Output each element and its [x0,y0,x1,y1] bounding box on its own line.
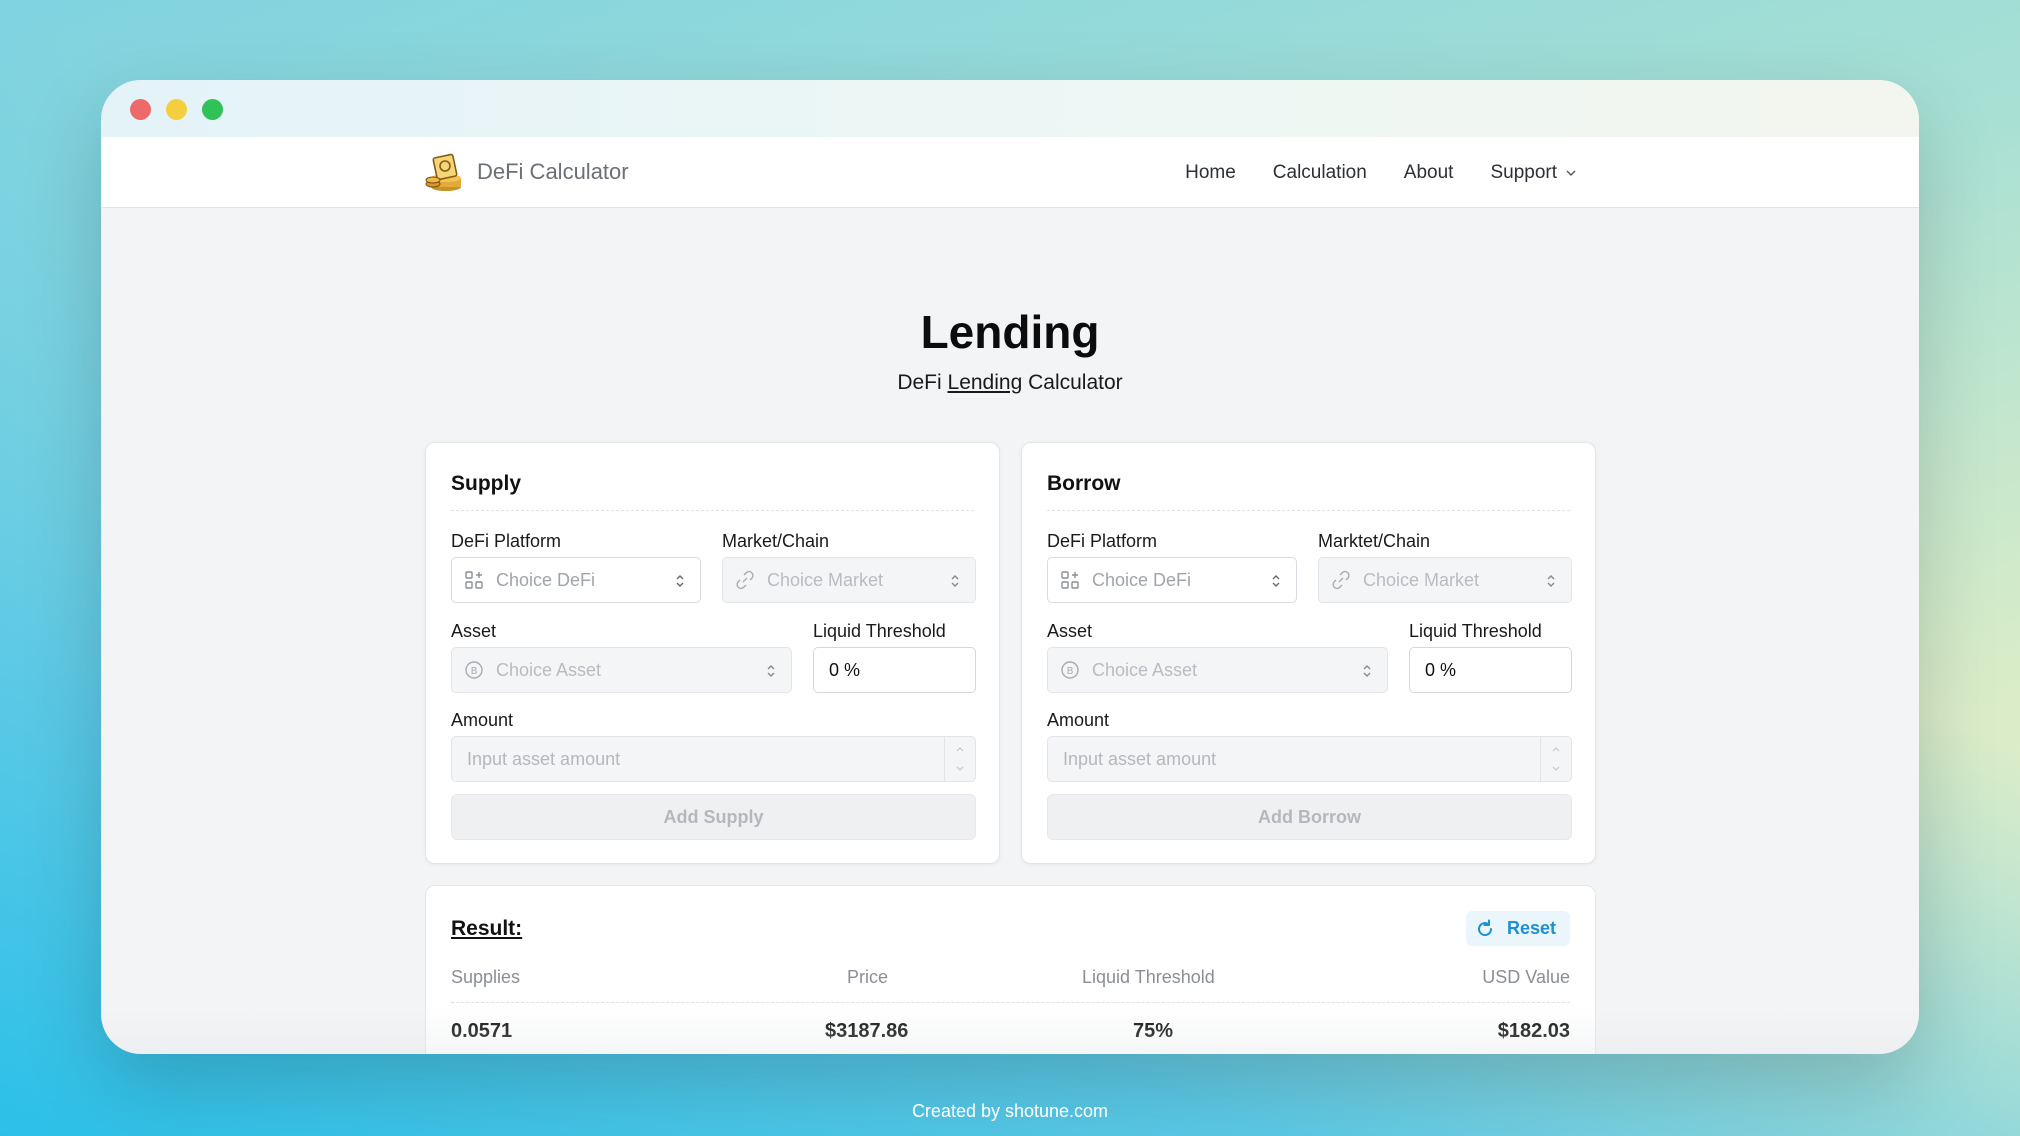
result-title: Result: [451,917,523,940]
nav-calculation[interactable]: Calculation [1273,162,1367,184]
step-up-icon [956,747,964,752]
hero: Lending DeFi Lending Calculator [101,305,1919,395]
borrow-title: Borrow [1047,472,1121,495]
result-card: Result: Reset Supplies Price Liquid Thre… [425,885,1596,1054]
bitcoin-icon: B [1061,661,1079,679]
cell-liquid-threshold: 75% [1133,1020,1174,1042]
navbar: DeFi Calculator Home Calculation About S… [101,137,1919,208]
maximize-window-button[interactable] [202,99,223,120]
borrow-market-label: Marktet/Chain [1318,531,1431,551]
nav-about[interactable]: About [1404,162,1454,184]
reset-button[interactable]: Reset [1466,911,1570,946]
minimize-window-button[interactable] [166,99,187,120]
borrow-platform-label: DeFi Platform [1047,531,1158,551]
chevron-down-icon [1566,170,1576,176]
calculator-cards: Supply DeFi Platform Choice DeFi Market/… [425,442,1596,874]
supply-threshold-label: Liquid Threshold [813,621,946,641]
column-header-liquid-threshold: Liquid Threshold [1082,967,1215,987]
main-nav: Home Calculation About Support [1185,137,1577,208]
borrow-asset-label: Asset [1047,621,1093,641]
borrow-asset-placeholder: Choice Asset [1092,659,1198,680]
supply-asset-label: Asset [451,621,497,641]
amount-stepper[interactable] [944,737,975,781]
bitcoin-icon: B [465,661,483,679]
supply-amount-label: Amount [451,710,514,730]
link-icon [736,570,754,590]
nav-home[interactable]: Home [1185,162,1236,184]
supply-platform-select[interactable]: Choice DeFi [451,557,701,603]
chevron-up-down-icon [1272,575,1280,587]
borrow-platform-placeholder: Choice DeFi [1092,569,1192,590]
chevron-up-down-icon [767,665,775,677]
column-header-usd-value: USD Value [1482,967,1570,987]
step-down-icon [1552,766,1560,771]
chevron-up-down-icon [1547,575,1555,587]
borrow-card: Borrow DeFi Platform Choice DeFi Marktet… [1021,442,1596,864]
supply-market-label: Market/Chain [722,531,830,551]
page-title: Lending [920,306,1100,358]
borrow-threshold-label: Liquid Threshold [1409,621,1542,641]
grid-plus-icon [1061,571,1079,589]
refresh-icon [1478,919,1493,936]
brand-name: DeFi Calculator [477,159,629,184]
page-subtitle: DeFi Lending Calculator [101,371,1919,395]
browser-window: DeFi Calculator Home Calculation About S… [101,80,1919,1054]
nav-support[interactable]: Support [1490,162,1577,184]
supply-card: Supply DeFi Platform Choice DeFi Market/… [425,442,1000,864]
subtitle-prefix: DeFi [897,371,948,394]
column-header-supplies: Supplies [451,967,521,987]
borrow-amount-placeholder: Input asset amount [1063,748,1217,769]
grid-plus-icon [465,571,483,589]
cell-price: $3187.86 [825,1020,909,1042]
footer-credit: Created by shotune.com [911,1101,1109,1121]
borrow-amount-label: Amount [1047,710,1110,730]
add-borrow-button[interactable]: Add Borrow [1047,794,1572,840]
borrow-amount-input[interactable]: Input asset amount [1047,736,1572,782]
close-window-button[interactable] [130,99,151,120]
subtitle-suffix: Calculator [1022,371,1123,394]
chevron-up-down-icon [951,575,959,587]
add-supply-button[interactable]: Add Supply [451,794,976,840]
divider [451,1002,1570,1003]
link-icon [1332,570,1350,590]
supply-platform-label: DeFi Platform [451,531,562,551]
nav-support-label: Support [1490,161,1557,183]
chevron-up-down-icon [1363,665,1371,677]
borrow-market-select[interactable]: Choice Market [1318,557,1572,603]
chevron-up-down-icon [676,575,684,587]
supply-amount-input[interactable]: Input asset amount [451,736,976,782]
coins-logo-icon [425,153,461,191]
supply-amount-placeholder: Input asset amount [467,748,621,769]
amount-stepper[interactable] [1540,737,1571,781]
borrow-platform-select[interactable]: Choice DeFi [1047,557,1297,603]
supply-title: Supply [451,472,522,495]
column-header-price: Price [847,967,889,987]
supply-asset-placeholder: Choice Asset [496,659,602,680]
cell-supplies: 0.0571 [451,1020,513,1042]
borrow-market-placeholder: Choice Market [1363,569,1480,590]
supply-market-placeholder: Choice Market [767,569,884,590]
supply-threshold-input[interactable]: 0 % [813,647,976,693]
subtitle-lending-link[interactable]: Lending [948,371,1023,394]
supply-platform-placeholder: Choice DeFi [496,569,596,590]
divider [1047,510,1570,511]
step-down-icon [956,766,964,771]
step-up-icon [1552,747,1560,752]
brand[interactable]: DeFi Calculator [423,151,629,193]
cell-usd-value: $182.03 [1497,1020,1570,1042]
svg-text:B: B [1067,666,1074,677]
supply-market-select[interactable]: Choice Market [722,557,976,603]
borrow-threshold-input[interactable]: 0 % [1409,647,1572,693]
divider [451,510,974,511]
borrow-asset-select[interactable]: B Choice Asset [1047,647,1388,693]
window-titlebar [101,80,1919,137]
reset-label: Reset [1507,918,1557,938]
svg-text:B: B [471,666,478,677]
supply-asset-select[interactable]: B Choice Asset [451,647,792,693]
